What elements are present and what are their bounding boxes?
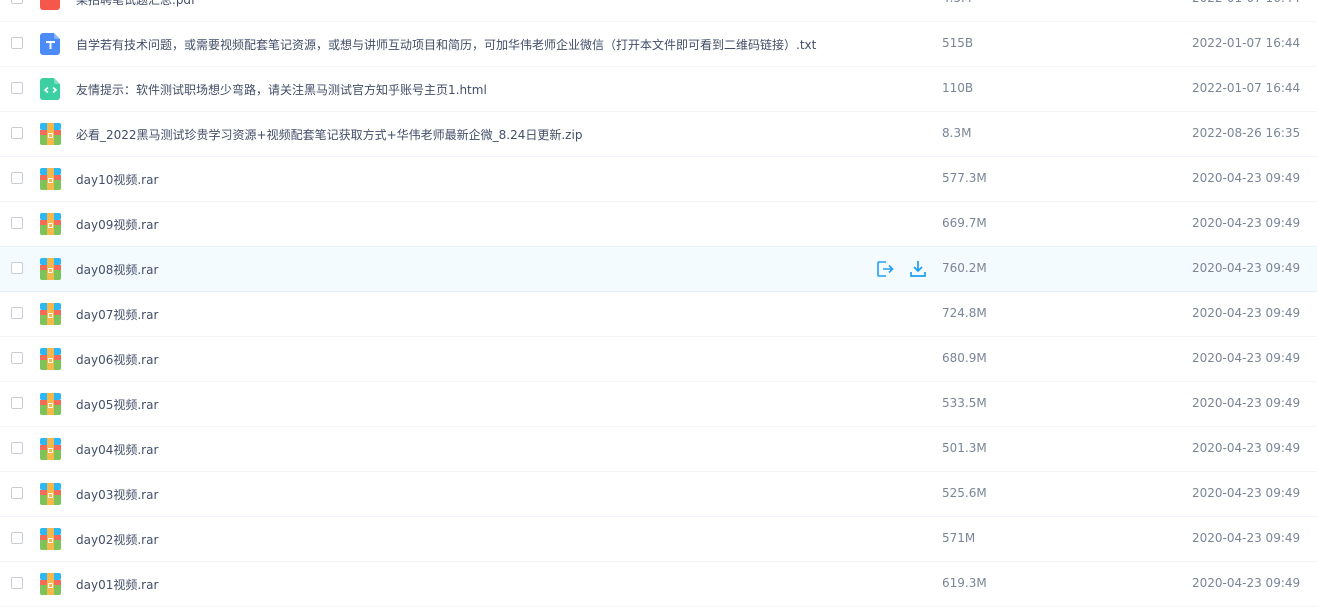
zip-file-icon — [40, 213, 61, 235]
row-checkbox[interactable] — [11, 397, 23, 409]
zip-file-icon — [40, 483, 61, 505]
file-size: 501.3M — [942, 441, 987, 455]
zip-file-icon — [40, 123, 61, 145]
file-modified-time: 2020-04-23 09:49 — [1192, 486, 1301, 500]
txt-file-icon — [40, 33, 61, 55]
share-out-icon[interactable] — [876, 260, 894, 278]
file-name[interactable]: 自学若有技术问题，或需要视频配套笔记资源，或想与讲师互动项目和简历，可加华伟老师… — [76, 36, 816, 53]
file-modified-time: 2020-04-23 09:49 — [1192, 396, 1301, 410]
file-row[interactable]: 某招聘笔试题汇总.pdf 4.5M 2022-01-07 16:44 — [0, 0, 1317, 22]
file-row[interactable]: day08视频.rar 760.2M 2020-04-23 09:49 — [0, 246, 1317, 292]
file-modified-time: 2022-01-07 16:44 — [1192, 0, 1300, 5]
file-row[interactable]: day06视频.rar 680.9M 2020-04-23 09:49 — [0, 337, 1317, 382]
file-modified-time: 2020-04-23 09:49 — [1192, 306, 1301, 320]
file-modified-time: 2020-04-23 09:49 — [1192, 576, 1301, 590]
zip-file-icon — [40, 348, 61, 370]
download-icon[interactable] — [909, 260, 927, 278]
file-row[interactable]: day01视频.rar 619.3M 2020-04-23 09:49 — [0, 562, 1317, 607]
file-row[interactable]: day02视频.rar 571M 2020-04-23 09:49 — [0, 517, 1317, 562]
row-checkbox[interactable] — [11, 0, 23, 4]
file-name[interactable]: day04视频.rar — [76, 441, 158, 458]
file-modified-time: 2020-04-23 09:49 — [1192, 441, 1301, 455]
file-row[interactable]: 自学若有技术问题，或需要视频配套笔记资源，或想与讲师互动项目和简历，可加华伟老师… — [0, 22, 1317, 67]
file-size: 525.6M — [942, 486, 987, 500]
row-checkbox[interactable] — [11, 217, 23, 229]
html-file-icon — [40, 78, 61, 100]
file-row[interactable]: 必看_2022黑马测试珍贵学习资源+视频配套笔记获取方式+华伟老师最新企微_8.… — [0, 112, 1317, 157]
file-name[interactable]: 必看_2022黑马测试珍贵学习资源+视频配套笔记获取方式+华伟老师最新企微_8.… — [76, 126, 582, 143]
file-size: 724.8M — [942, 306, 987, 320]
zip-file-icon — [40, 258, 61, 280]
row-checkbox[interactable] — [11, 487, 23, 499]
file-name[interactable]: day05视频.rar — [76, 396, 158, 413]
file-row[interactable]: day07视频.rar 724.8M 2020-04-23 09:49 — [0, 292, 1317, 337]
row-checkbox[interactable] — [11, 82, 23, 94]
file-size: 571M — [942, 531, 976, 545]
row-actions — [876, 260, 927, 278]
file-size: 515B — [942, 36, 974, 50]
file-list: 某招聘笔试题汇总.pdf 4.5M 2022-01-07 16:44 自学若有技术问题… — [0, 0, 1317, 607]
file-modified-time: 2020-04-23 09:49 — [1192, 351, 1301, 365]
row-checkbox[interactable] — [11, 577, 23, 589]
file-row[interactable]: day03视频.rar 525.6M 2020-04-23 09:49 — [0, 472, 1317, 517]
file-size: 8.3M — [942, 126, 972, 140]
row-checkbox[interactable] — [11, 172, 23, 184]
file-size: 577.3M — [942, 171, 987, 185]
file-size: 533.5M — [942, 396, 987, 410]
file-modified-time: 2022-01-07 16:44 — [1192, 81, 1301, 95]
file-row[interactable]: day05视频.rar 533.5M 2020-04-23 09:49 — [0, 382, 1317, 427]
zip-file-icon — [40, 528, 61, 550]
file-size: 760.2M — [942, 261, 987, 275]
row-checkbox[interactable] — [11, 127, 23, 139]
file-name[interactable]: day03视频.rar — [76, 486, 158, 503]
file-row[interactable]: day04视频.rar 501.3M 2020-04-23 09:49 — [0, 427, 1317, 472]
file-size: 4.5M — [942, 0, 971, 5]
file-size: 110B — [942, 81, 974, 95]
file-name[interactable]: day01视频.rar — [76, 576, 158, 593]
file-name[interactable]: day06视频.rar — [76, 351, 158, 368]
file-modified-time: 2022-01-07 16:44 — [1192, 36, 1301, 50]
file-row[interactable]: 友情提示：软件测试职场想少弯路，请关注黑马测试官方知乎账号主页1.html 110… — [0, 67, 1317, 112]
zip-file-icon — [40, 393, 61, 415]
row-checkbox[interactable] — [11, 442, 23, 454]
zip-file-icon — [40, 168, 61, 190]
row-checkbox[interactable] — [11, 307, 23, 319]
file-name[interactable]: 某招聘笔试题汇总.pdf — [76, 0, 195, 8]
file-modified-time: 2020-04-23 09:49 — [1192, 171, 1301, 185]
file-name[interactable]: day09视频.rar — [76, 216, 158, 233]
zip-file-icon — [40, 303, 61, 325]
file-modified-time: 2020-04-23 09:49 — [1192, 261, 1301, 275]
row-checkbox[interactable] — [11, 352, 23, 364]
file-size: 669.7M — [942, 216, 987, 230]
file-modified-time: 2022-08-26 16:35 — [1192, 126, 1301, 140]
file-size: 619.3M — [942, 576, 987, 590]
file-modified-time: 2020-04-23 09:49 — [1192, 216, 1301, 230]
file-name[interactable]: day07视频.rar — [76, 306, 158, 323]
file-name[interactable]: day10视频.rar — [76, 171, 158, 188]
zip-file-icon — [40, 438, 61, 460]
file-row[interactable]: day09视频.rar 669.7M 2020-04-23 09:49 — [0, 202, 1317, 247]
row-checkbox[interactable] — [11, 532, 23, 544]
file-name[interactable]: day02视频.rar — [76, 531, 158, 548]
file-size: 680.9M — [942, 351, 987, 365]
zip-file-icon — [40, 573, 61, 595]
pdf-file-icon — [40, 0, 61, 10]
file-name[interactable]: 友情提示：软件测试职场想少弯路，请关注黑马测试官方知乎账号主页1.html — [76, 81, 487, 98]
row-checkbox[interactable] — [11, 262, 23, 274]
file-modified-time: 2020-04-23 09:49 — [1192, 531, 1301, 545]
file-row[interactable]: day10视频.rar 577.3M 2020-04-23 09:49 — [0, 157, 1317, 202]
file-name[interactable]: day08视频.rar — [76, 261, 158, 278]
row-checkbox[interactable] — [11, 37, 23, 49]
